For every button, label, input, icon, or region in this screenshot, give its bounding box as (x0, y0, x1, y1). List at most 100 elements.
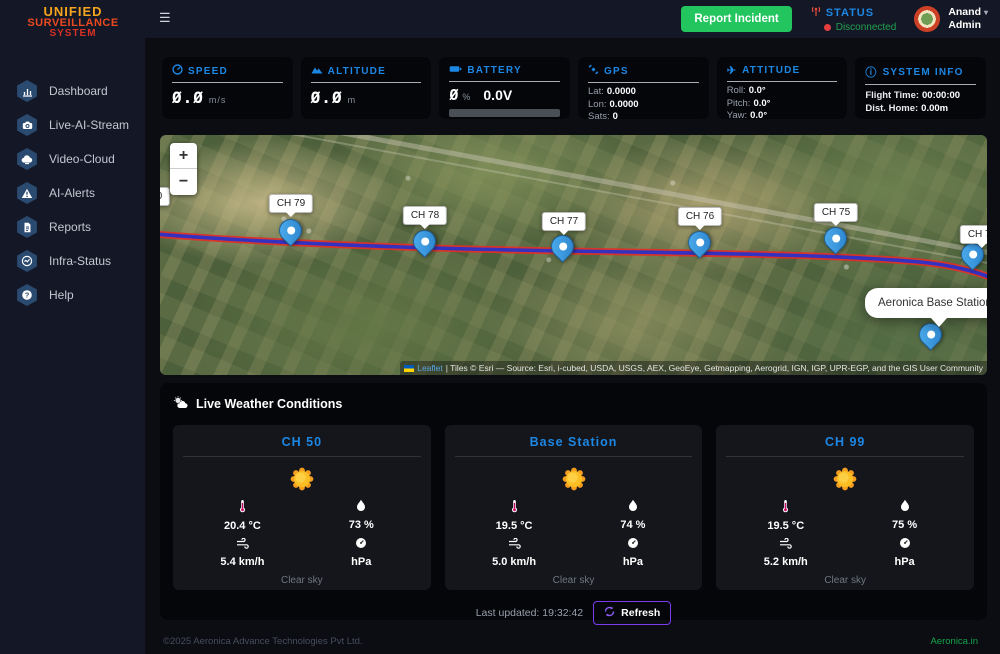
battery-card: BATTERY Ø % 0.0V (439, 57, 570, 119)
attitude-pitch-row: Pitch:0.0° (727, 98, 838, 111)
weather-card-ch99: CH 99 19.5 °C (716, 425, 974, 590)
mountain-icon (311, 64, 323, 78)
status-label: STATUS (826, 7, 874, 19)
copyright-text: ©2025 Aeronica Advance Technologies Pvt … (163, 636, 363, 647)
telemetry-row: SPEED Ø.Ø m/s ALTITUDE Ø.Ø m BATTERY Ø % (162, 57, 986, 119)
status-dot-icon (824, 24, 831, 31)
thermometer-icon (781, 500, 790, 517)
temperature-cell: 20.4 °C (183, 499, 302, 532)
user-menu[interactable]: Anand▾ Admin (914, 6, 988, 32)
battery-label: BATTERY (467, 65, 522, 76)
sidebar-item-label: AI-Alerts (49, 186, 95, 200)
altitude-label: ALTITUDE (328, 66, 386, 77)
footer: ©2025 Aeronica Advance Technologies Pvt … (145, 628, 1000, 654)
route-polyline (160, 135, 987, 375)
speedometer-icon (172, 64, 183, 78)
battery-percent-sign: % (462, 92, 470, 102)
system-info-card: ⓘ SYSTEM INFO Flight Time:00:00:00 Dist.… (855, 57, 986, 119)
map-panel[interactable]: + − CH 80 CH 79 CH 78 CH 77 CH 76 CH 75 … (160, 135, 987, 375)
sidebar-item-help[interactable]: ? Help (0, 278, 145, 312)
marker-tooltip: CH 77 (542, 212, 586, 231)
speed-value: Ø.Ø (172, 88, 204, 107)
chevron-down-icon: ▾ (984, 8, 988, 17)
last-updated-text: Last updated: 19:32:42 (476, 607, 583, 619)
refresh-button[interactable]: Refresh (593, 601, 671, 625)
dist-home-row: Dist. Home:0.00m (865, 103, 976, 116)
sidebar-item-video-cloud[interactable]: Video-Cloud (0, 142, 145, 176)
sidebar-item-ai-alerts[interactable]: AI-Alerts (0, 176, 145, 210)
wind-cell: 5.4 km/h (183, 536, 302, 568)
info-icon: ⓘ (865, 64, 877, 80)
footer-link[interactable]: Aeronica.in (930, 636, 978, 647)
refresh-icon (604, 606, 615, 620)
attitude-yaw-row: Yaw:0.0° (727, 110, 838, 119)
marker-tooltip: CH 80 (160, 187, 170, 206)
weather-panel: Live Weather Conditions CH 50 (160, 383, 987, 620)
report-icon (16, 216, 38, 238)
sidebar-item-label: Dashboard (49, 84, 108, 98)
camera-icon (16, 114, 38, 136)
wind-cell: 5.2 km/h (726, 536, 845, 568)
chart-icon (16, 80, 38, 102)
cloud-icon (16, 148, 38, 170)
humidity-cell: 73 % (302, 499, 421, 532)
attitude-roll-row: Roll:0.0° (727, 85, 838, 98)
wind-icon (779, 536, 792, 553)
satellite-icon (588, 64, 599, 78)
top-header: UNIFIED SURVEILLANCE SYSTEM ☰ Report Inc… (0, 0, 1000, 38)
svg-text:?: ? (25, 291, 30, 300)
avatar[interactable] (914, 6, 940, 32)
zoom-out-button[interactable]: − (170, 169, 197, 195)
gps-card: GPS Lat:0.0000 Lon:0.0000 Sats:0 (578, 57, 709, 119)
status-value: Disconnected (836, 22, 897, 33)
altitude-value: Ø.Ø (311, 88, 343, 107)
gps-lat-row: Lat:0.0000 (588, 86, 699, 99)
main-content: SPEED Ø.Ø m/s ALTITUDE Ø.Ø m BATTERY Ø % (145, 38, 1000, 654)
gauge-icon (16, 250, 38, 272)
altitude-card: ALTITUDE Ø.Ø m (301, 57, 432, 119)
droplet-icon (900, 499, 910, 516)
speed-label: SPEED (188, 66, 228, 77)
droplet-icon (356, 499, 366, 516)
condition-text: Clear sky (183, 575, 421, 586)
sidebar-item-reports[interactable]: Reports (0, 210, 145, 244)
attitude-card: ✈ ATTITUDE Roll:0.0° Pitch:0.0° Yaw:0.0° (717, 57, 848, 119)
attitude-label: ATTITUDE (742, 65, 800, 76)
sun-icon (455, 464, 693, 494)
battery-percent: Ø (449, 86, 458, 104)
marker-tooltip: CH 76 (678, 207, 722, 226)
weather-card-base-station: Base Station 19.5 °C (445, 425, 703, 590)
speed-card: SPEED Ø.Ø m/s (162, 57, 293, 119)
marker-tooltip: CH 78 (403, 206, 447, 225)
thermometer-icon (238, 500, 247, 517)
battery-icon (449, 64, 462, 77)
sidebar-item-infra-status[interactable]: Infra-Status (0, 244, 145, 278)
sidebar: Dashboard Live-AI-Stream Video-Cloud AI-… (0, 0, 145, 654)
station-name: Base Station (455, 435, 693, 457)
leaflet-link[interactable]: Leaflet (417, 363, 443, 373)
zoom-in-button[interactable]: + (170, 143, 197, 169)
sun-icon (726, 464, 964, 494)
sidebar-item-label: Reports (49, 220, 91, 234)
speed-unit: m/s (209, 95, 227, 105)
battery-bar (449, 109, 560, 117)
sidebar-item-label: Video-Cloud (49, 152, 115, 166)
marker-tooltip: CH 74 (960, 225, 987, 244)
droplet-icon (628, 499, 638, 516)
sidebar-item-label: Infra-Status (49, 254, 111, 268)
humidity-cell: 74 % (574, 499, 693, 532)
sidebar-item-dashboard[interactable]: Dashboard (0, 74, 145, 108)
gps-lon-row: Lon:0.0000 (588, 99, 699, 112)
alert-icon (16, 182, 38, 204)
weather-card-ch50: CH 50 20.4 °C (173, 425, 431, 590)
ukraine-flag-icon (404, 365, 414, 372)
menu-toggle-icon[interactable]: ☰ (159, 10, 171, 26)
wind-cell: 5.0 km/h (455, 536, 574, 568)
marker-tooltip: CH 79 (269, 194, 313, 213)
base-station-popup: Aeronica Base Station × (865, 288, 987, 318)
report-incident-button[interactable]: Report Incident (681, 6, 791, 32)
sun-cloud-icon (173, 396, 189, 412)
sidebar-item-live-ai-stream[interactable]: Live-AI-Stream (0, 108, 145, 142)
station-name: CH 50 (183, 435, 421, 457)
altitude-unit: m (348, 95, 357, 105)
